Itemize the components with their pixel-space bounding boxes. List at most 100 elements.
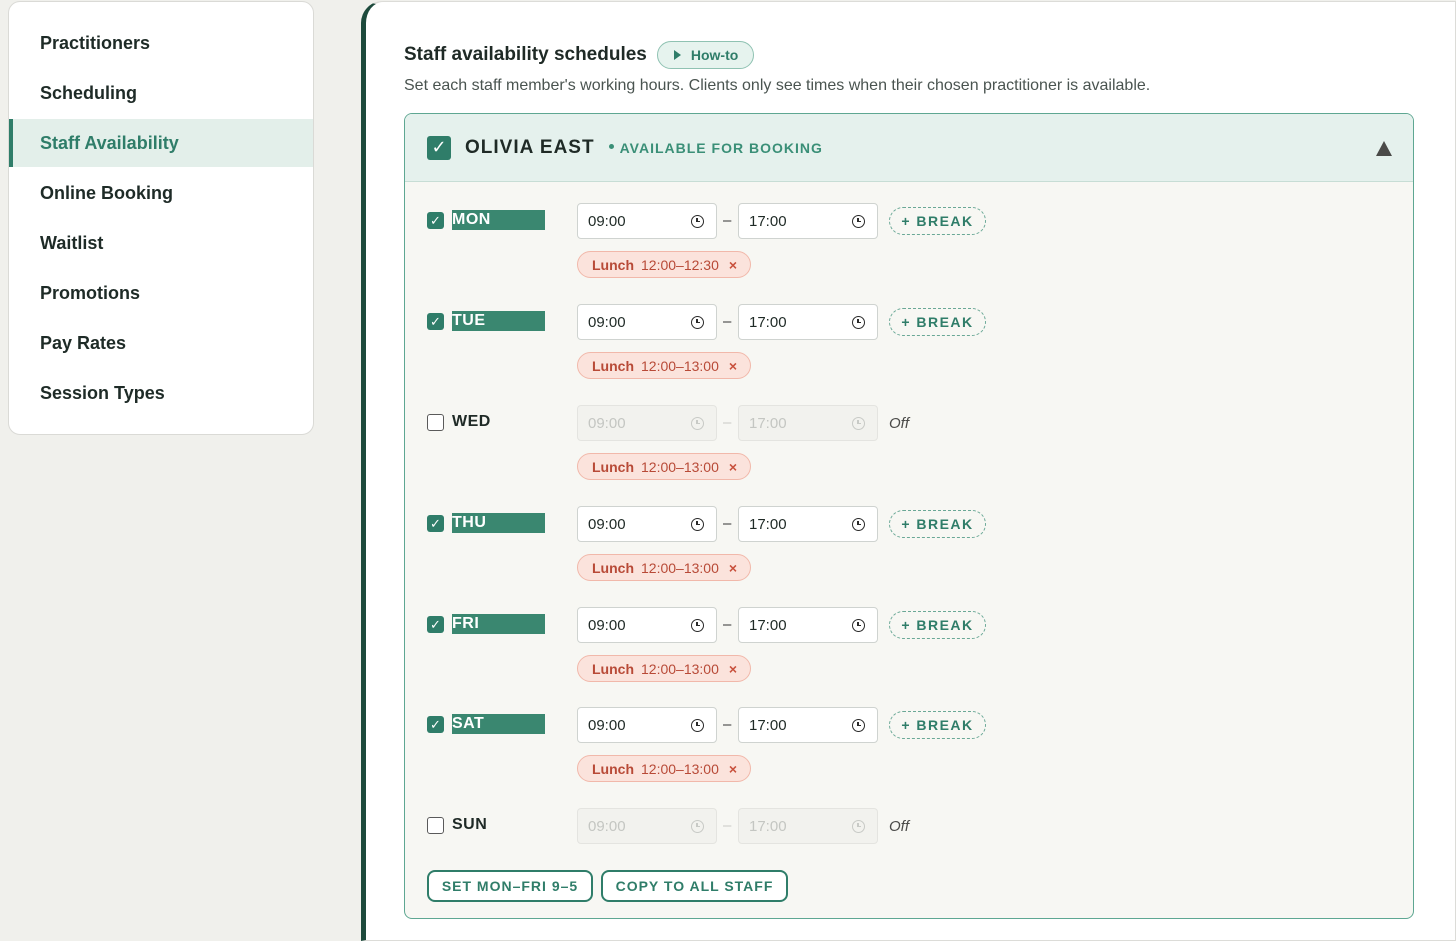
break-chip-fri: Lunch 12:00–13:00 × — [577, 655, 752, 682]
clock-icon[interactable] — [691, 215, 704, 228]
clock-icon[interactable] — [852, 215, 865, 228]
add-break-button-sat[interactable]: + BREAK — [889, 711, 986, 739]
start-time-input-thu[interactable]: 09:00 — [577, 506, 717, 542]
sidebar-item-staff-availability[interactable]: Staff Availability — [9, 119, 313, 167]
start-time-value: 09:00 — [588, 817, 626, 835]
day-checkbox-thu[interactable]: ✓ — [427, 515, 444, 532]
end-time-input-thu[interactable]: 17:00 — [738, 506, 878, 542]
start-time-input-mon[interactable]: 09:00 — [577, 203, 717, 239]
range-dash: – — [723, 515, 732, 532]
range-dash: – — [723, 716, 732, 733]
start-time-value: 09:00 — [588, 212, 626, 230]
start-time-input-sat[interactable]: 09:00 — [577, 707, 717, 743]
end-time-input-wed: 17:00 — [738, 405, 878, 441]
break-name: Lunch — [592, 458, 634, 475]
add-break-button-fri[interactable]: + BREAK — [889, 611, 986, 639]
break-chip-wed: Lunch 12:00–13:00 × — [577, 453, 752, 480]
day-row-thu: ✓ THU 09:00 – 17:00 + BREAK Lunch 12:00–… — [405, 506, 1413, 601]
remove-break-icon[interactable]: × — [729, 761, 737, 777]
break-name: Lunch — [592, 357, 634, 374]
day-row-fri: ✓ FRI 09:00 – 17:00 + BREAK Lunch 12:00–… — [405, 607, 1413, 702]
break-name: Lunch — [592, 559, 634, 576]
clock-icon[interactable] — [852, 619, 865, 632]
range-dash: – — [723, 414, 732, 431]
remove-break-icon[interactable]: × — [729, 661, 737, 677]
clock-icon[interactable] — [691, 619, 704, 632]
start-time-input-tue[interactable]: 09:00 — [577, 304, 717, 340]
day-label-tue: TUE — [452, 311, 545, 331]
start-time-value: 09:00 — [588, 616, 626, 634]
day-checkbox-tue[interactable]: ✓ — [427, 313, 444, 330]
sidebar-item-online-booking[interactable]: Online Booking — [9, 169, 313, 217]
clock-icon — [852, 417, 865, 430]
clock-icon[interactable] — [852, 719, 865, 732]
add-break-button-mon[interactable]: + BREAK — [889, 207, 986, 235]
clock-icon[interactable] — [691, 518, 704, 531]
collapse-triangle-icon[interactable] — [1376, 141, 1392, 156]
break-name: Lunch — [592, 660, 634, 677]
range-dash: – — [723, 817, 732, 834]
sidebar-item-pay-rates[interactable]: Pay Rates — [9, 319, 313, 367]
start-time-value: 09:00 — [588, 313, 626, 331]
sidebar-item-waitlist[interactable]: Waitlist — [9, 219, 313, 267]
start-time-value: 09:00 — [588, 716, 626, 734]
clock-icon — [852, 820, 865, 833]
staff-card-header: ✓ OLIVIA EAST AVAILABLE FOR BOOKING — [405, 114, 1413, 182]
add-break-button-thu[interactable]: + BREAK — [889, 510, 986, 538]
break-time: 12:00–12:30 — [641, 256, 719, 273]
staff-card: ✓ OLIVIA EAST AVAILABLE FOR BOOKING ✓ MO… — [404, 113, 1414, 919]
break-time: 12:00–13:00 — [641, 660, 719, 677]
set-weekdays-button[interactable]: SET MON–FRI 9–5 — [427, 870, 593, 902]
staff-enabled-checkbox[interactable]: ✓ — [427, 135, 451, 160]
day-label-thu: THU — [452, 513, 545, 533]
clock-icon[interactable] — [691, 719, 704, 732]
remove-break-icon[interactable]: × — [729, 358, 737, 374]
range-dash: – — [723, 212, 732, 229]
copy-to-all-staff-button[interactable]: COPY TO ALL STAFF — [601, 870, 788, 902]
day-label-sun: SUN — [452, 816, 488, 833]
sidebar-item-promotions[interactable]: Promotions — [9, 269, 313, 317]
end-time-input-sun: 17:00 — [738, 808, 878, 844]
break-name: Lunch — [592, 256, 634, 273]
day-checkbox-sun[interactable] — [427, 817, 444, 834]
end-time-input-mon[interactable]: 17:00 — [738, 203, 878, 239]
how-to-button[interactable]: How-to — [656, 41, 755, 69]
sidebar-item-practitioners[interactable]: Practitioners — [9, 19, 313, 67]
day-row-tue: ✓ TUE 09:00 – 17:00 + BREAK Lunch 12:00–… — [405, 304, 1413, 399]
day-label-wed: WED — [452, 413, 491, 430]
end-time-value: 17:00 — [749, 817, 787, 835]
clock-icon[interactable] — [852, 316, 865, 329]
day-label-fri: FRI — [452, 614, 545, 634]
add-break-button-tue[interactable]: + BREAK — [889, 308, 986, 336]
day-checkbox-sat[interactable]: ✓ — [427, 716, 444, 733]
clock-icon[interactable] — [852, 518, 865, 531]
end-time-input-fri[interactable]: 17:00 — [738, 607, 878, 643]
break-time: 12:00–13:00 — [641, 458, 719, 475]
remove-break-icon[interactable]: × — [729, 459, 737, 475]
main-panel: Staff availability schedules How-to Set … — [361, 1, 1456, 941]
remove-break-icon[interactable]: × — [729, 257, 737, 273]
day-checkbox-wed[interactable] — [427, 414, 444, 431]
break-name: Lunch — [592, 760, 634, 777]
sidebar-item-session-types[interactable]: Session Types — [9, 369, 313, 417]
end-time-input-sat[interactable]: 17:00 — [738, 707, 878, 743]
day-label-mon: MON — [452, 210, 545, 230]
end-time-input-tue[interactable]: 17:00 — [738, 304, 878, 340]
day-checkbox-fri[interactable]: ✓ — [427, 616, 444, 633]
availability-status: AVAILABLE FOR BOOKING — [608, 140, 823, 156]
start-time-input-fri[interactable]: 09:00 — [577, 607, 717, 643]
end-time-value: 17:00 — [749, 716, 787, 734]
end-time-value: 17:00 — [749, 313, 787, 331]
break-time: 12:00–13:00 — [641, 760, 719, 777]
page-title: Staff availability schedules — [404, 44, 647, 65]
clock-icon — [691, 820, 704, 833]
day-off-label-wed: Off — [889, 415, 910, 432]
end-time-value: 17:00 — [749, 212, 787, 230]
remove-break-icon[interactable]: × — [729, 560, 737, 576]
clock-icon[interactable] — [691, 316, 704, 329]
day-off-label-sun: Off — [889, 818, 910, 835]
day-checkbox-mon[interactable]: ✓ — [427, 212, 444, 229]
settings-sidebar: Practitioners Scheduling Staff Availabil… — [8, 1, 314, 435]
sidebar-item-scheduling[interactable]: Scheduling — [9, 69, 313, 117]
start-time-value: 09:00 — [588, 414, 626, 432]
